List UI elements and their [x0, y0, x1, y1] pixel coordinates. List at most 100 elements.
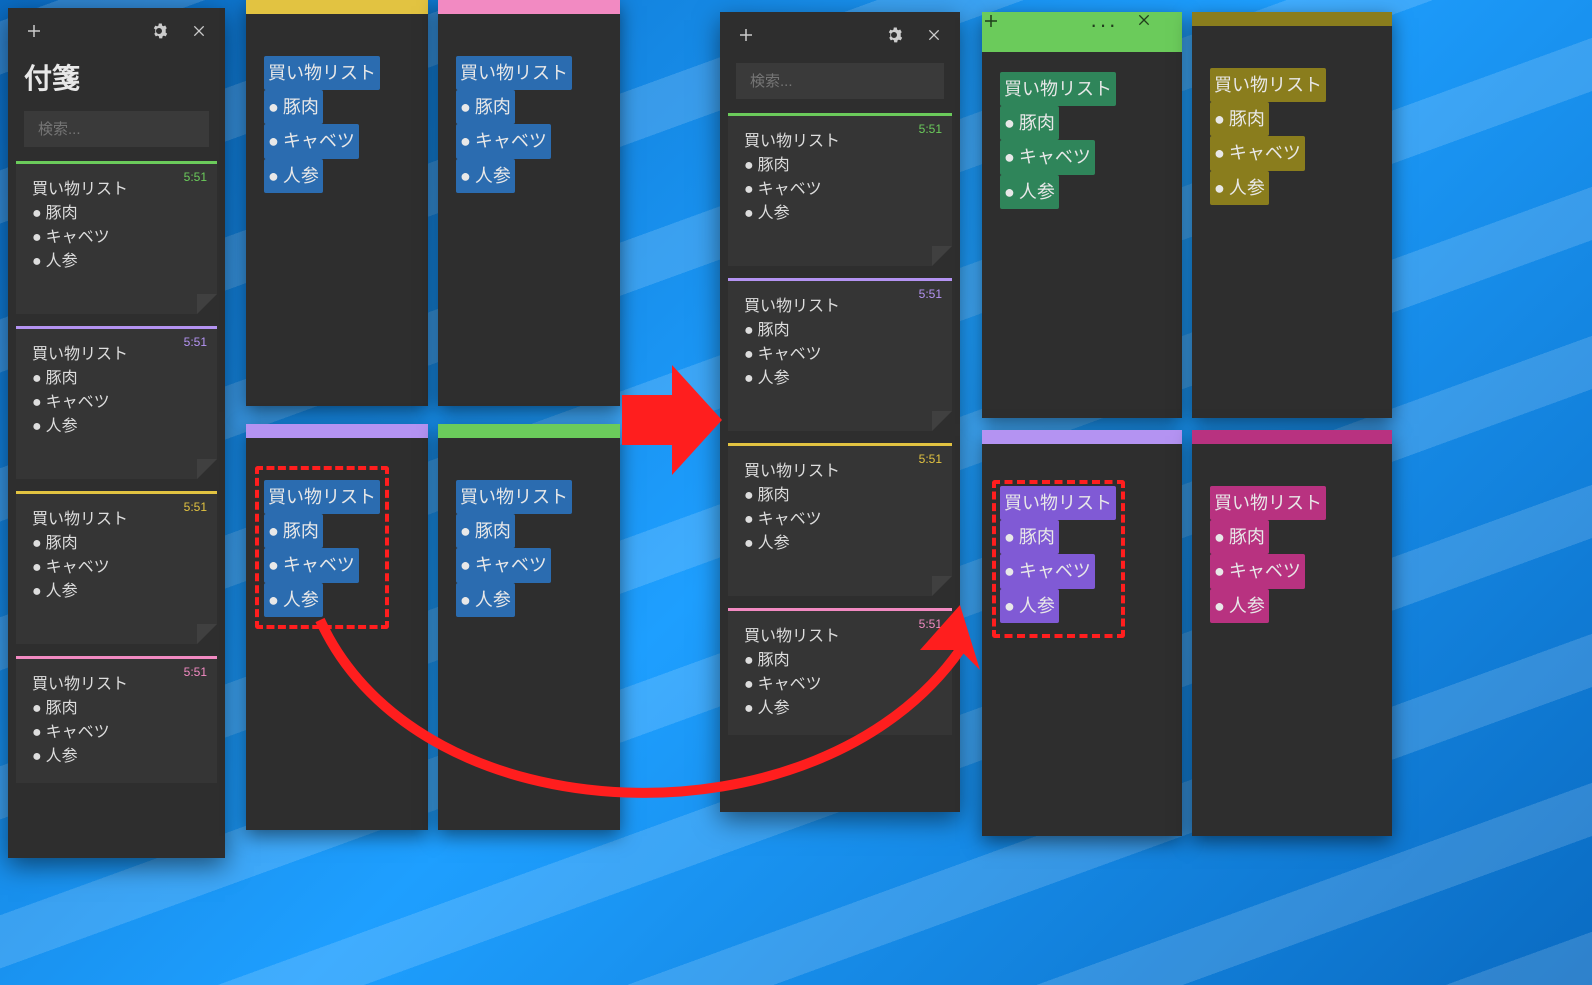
close-button[interactable] — [1136, 12, 1182, 52]
sticky-note-purple[interactable]: 買い物リスト ●豚肉 ●キャベツ ●人参 — [982, 430, 1182, 836]
add-note-button[interactable] — [726, 15, 766, 55]
close-icon — [191, 23, 207, 39]
note-item: ●キャベツ — [744, 343, 936, 367]
search-input[interactable] — [748, 72, 951, 91]
close-icon — [926, 27, 942, 43]
note-time: 5:51 — [184, 333, 207, 351]
note-item: ●キャベツ — [32, 391, 201, 415]
note-title: 買い物リスト — [1000, 72, 1116, 106]
note-item: ●人参 — [744, 697, 936, 721]
list-item[interactable]: 5:51 買い物リスト ●豚肉 ●キャベツ ●人参 — [728, 608, 952, 735]
close-icon — [1136, 12, 1152, 28]
sticky-note-pink[interactable]: 買い物リスト ●豚肉 ●キャベツ ●人参 — [438, 0, 620, 406]
note-item: ●キャベツ — [264, 124, 359, 158]
note-item: ●人参 — [456, 159, 515, 193]
note-item: ●人参 — [744, 367, 936, 391]
settings-button[interactable] — [139, 11, 179, 51]
note-item: ●人参 — [264, 159, 323, 193]
list-item[interactable]: 5:51 買い物リスト ●豚肉 ●キャベツ ●人参 — [16, 161, 217, 314]
note-body[interactable]: 買い物リスト ●豚肉 ●キャベツ ●人参 — [246, 14, 428, 213]
sticky-note-yellow[interactable]: 買い物リスト ●豚肉 ●キャベツ ●人参 — [246, 0, 428, 406]
note-item: ●キャベツ — [1210, 136, 1305, 170]
list-item[interactable]: 5:51 買い物リスト ●豚肉 ●キャベツ ●人参 — [16, 656, 217, 783]
note-item: ●豚肉 — [744, 319, 936, 343]
plus-icon — [25, 22, 43, 40]
app-title: 付箋 — [8, 53, 225, 105]
note-time: 5:51 — [184, 498, 207, 516]
note-title: 買い物リスト — [1210, 486, 1326, 520]
note-item: ●豚肉 — [1210, 102, 1269, 136]
close-button[interactable] — [914, 15, 954, 55]
note-item: ●キャベツ — [32, 556, 201, 580]
menu-button[interactable]: ··· — [1090, 12, 1136, 52]
sticky-note-green[interactable]: 買い物リスト ●豚肉 ●キャベツ ●人参 — [438, 424, 620, 830]
plus-icon — [737, 26, 755, 44]
list-item[interactable]: 5:51 買い物リスト ●豚肉 ●キャベツ ●人参 — [728, 443, 952, 596]
plus-icon — [982, 12, 1000, 30]
note-item: ●豚肉 — [1000, 520, 1059, 554]
note-item: ●豚肉 — [1000, 106, 1059, 140]
note-body[interactable]: 買い物リスト ●豚肉 ●キャベツ ●人参 — [1192, 444, 1392, 643]
note-time: 5:51 — [919, 120, 942, 138]
list-item[interactable]: 5:51 買い物リスト ●豚肉 ●キャベツ ●人参 — [16, 326, 217, 479]
sticky-note-olive[interactable]: 買い物リスト ●豚肉 ●キャベツ ●人参 — [1192, 12, 1392, 418]
note-body[interactable]: 買い物リスト ●豚肉 ●キャベツ ●人参 — [438, 438, 620, 637]
note-time: 5:51 — [919, 615, 942, 633]
note-item: ●人参 — [1000, 175, 1059, 209]
notes-list-window-left[interactable]: 付箋 5:51 買い物リスト ●豚肉 ●キャベツ ●人参 5:51 買い物リスト… — [8, 8, 225, 858]
search-input[interactable] — [36, 120, 239, 139]
note-item: ●人参 — [744, 202, 936, 226]
note-item: ●キャベツ — [1000, 554, 1095, 588]
sticky-note-green-active[interactable]: ··· 買い物リスト ●豚肉 ●キャベツ ●人参 — [982, 12, 1182, 418]
note-title: 買い物リスト — [1210, 68, 1326, 102]
note-list: 5:51 買い物リスト ●豚肉 ●キャベツ ●人参 5:51 買い物リスト ●豚… — [8, 157, 225, 795]
close-button[interactable] — [179, 11, 219, 51]
note-item: ●キャベツ — [32, 721, 201, 745]
note-item: ●キャベツ — [32, 226, 201, 250]
note-item: ●豚肉 — [32, 697, 201, 721]
note-title: 買い物リスト — [32, 178, 201, 202]
note-item: ●キャベツ — [744, 673, 936, 697]
note-item: ●豚肉 — [456, 514, 515, 548]
titlebar — [720, 12, 960, 57]
search-box[interactable] — [24, 111, 209, 147]
note-body[interactable]: 買い物リスト ●豚肉 ●キャベツ ●人参 — [1192, 26, 1392, 225]
note-time: 5:51 — [184, 168, 207, 186]
note-title: 買い物リスト — [456, 480, 572, 514]
note-title: 買い物リスト — [32, 673, 201, 697]
note-title: 買い物リスト — [744, 295, 936, 319]
list-item[interactable]: 5:51 買い物リスト ●豚肉 ●キャベツ ●人参 — [728, 113, 952, 266]
note-item: ●豚肉 — [744, 484, 936, 508]
note-item: ●人参 — [1210, 171, 1269, 205]
sticky-titlebar: ··· — [982, 12, 1182, 52]
note-title: 買い物リスト — [456, 56, 572, 90]
list-item[interactable]: 5:51 買い物リスト ●豚肉 ●キャベツ ●人参 — [16, 491, 217, 644]
note-item: ●人参 — [32, 415, 201, 439]
gear-icon — [885, 26, 903, 44]
note-time: 5:51 — [919, 450, 942, 468]
search-box[interactable] — [736, 63, 944, 99]
note-item: ●キャベツ — [456, 124, 551, 158]
note-item: ●豚肉 — [32, 202, 201, 226]
settings-button[interactable] — [874, 15, 914, 55]
note-item: ●人参 — [456, 583, 515, 617]
sticky-note-magenta[interactable]: 買い物リスト ●豚肉 ●キャベツ ●人参 — [1192, 430, 1392, 836]
note-title: 買い物リスト — [1000, 486, 1116, 520]
note-item: ●人参 — [744, 532, 936, 556]
note-title: 買い物リスト — [744, 460, 936, 484]
note-item: ●人参 — [32, 580, 201, 604]
titlebar — [8, 8, 225, 53]
note-body[interactable]: 買い物リスト ●豚肉 ●キャベツ ●人参 — [438, 14, 620, 213]
note-body[interactable]: 買い物リスト ●豚肉 ●キャベツ ●人参 — [982, 444, 1182, 643]
note-body[interactable]: 買い物リスト ●豚肉 ●キャベツ ●人参 — [982, 52, 1182, 229]
notes-list-window-right[interactable]: 5:51 買い物リスト ●豚肉 ●キャベツ ●人参 5:51 買い物リスト ●豚… — [720, 12, 960, 812]
note-item: ●人参 — [1210, 589, 1269, 623]
add-note-button[interactable] — [14, 11, 54, 51]
note-body[interactable]: 買い物リスト ●豚肉 ●キャベツ ●人参 — [246, 438, 428, 637]
list-item[interactable]: 5:51 買い物リスト ●豚肉 ●キャベツ ●人参 — [728, 278, 952, 431]
note-item: ●豚肉 — [32, 532, 201, 556]
add-note-button[interactable] — [982, 12, 1028, 52]
note-item: ●豚肉 — [456, 90, 515, 124]
sticky-note-purple[interactable]: 買い物リスト ●豚肉 ●キャベツ ●人参 — [246, 424, 428, 830]
note-item: ●人参 — [1000, 589, 1059, 623]
